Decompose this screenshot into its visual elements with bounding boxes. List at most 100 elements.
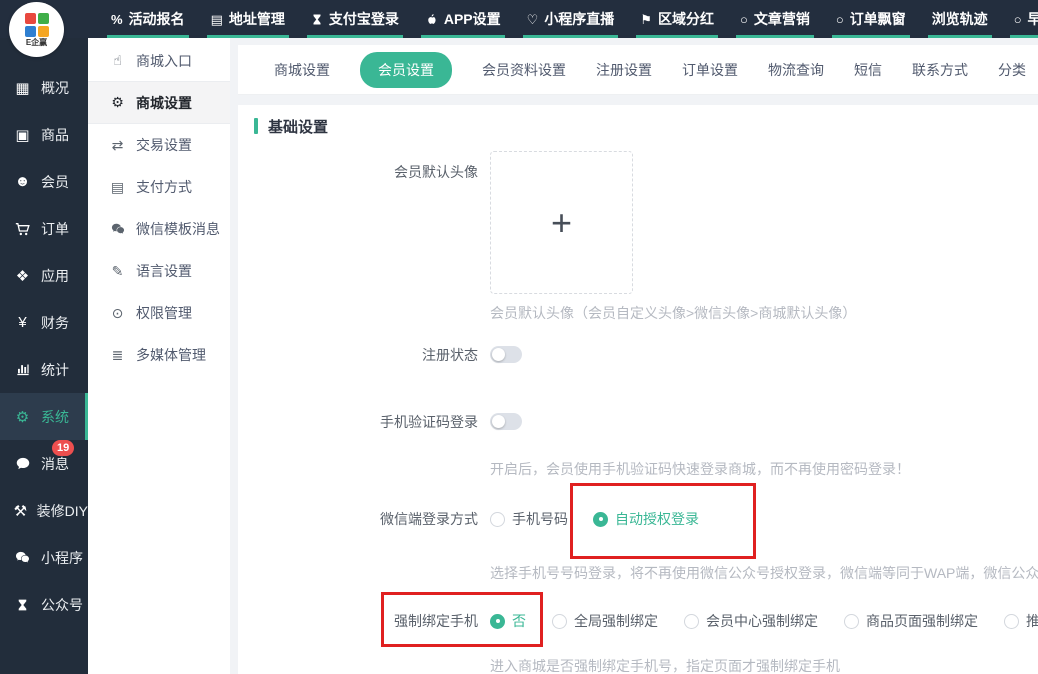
sidebar-label: 消息	[41, 454, 69, 474]
tab-contact[interactable]: 联系方式	[912, 60, 968, 80]
avatar-upload-box[interactable]: +	[490, 151, 633, 294]
form-row-wechat-login-mode: 微信端登录方式 手机号码 自动授权登录 选择手机号号码登录，将不再使用微信公众号…	[254, 509, 1038, 583]
topnav-label: 活动报名	[129, 9, 185, 29]
wechat-icon	[13, 550, 32, 565]
topnav-label: 区域分红	[658, 9, 714, 29]
submenu-label: 微信模板消息	[136, 219, 220, 239]
apps-icon: ❖	[13, 267, 32, 285]
field-label: 手机验证码登录	[254, 412, 478, 479]
radio-label: 否	[512, 611, 526, 631]
submenu-label: 多媒体管理	[136, 345, 206, 365]
permission-icon: ⊙	[109, 305, 126, 322]
overview-icon: ▦	[13, 79, 32, 97]
hourglass-icon	[13, 598, 32, 612]
circle-icon: ○	[836, 13, 844, 26]
radio-phone-number[interactable]: 手机号码	[490, 509, 568, 529]
sidebar-item-stats[interactable]: 统计	[0, 346, 88, 393]
topnav-label: 浏览轨迹	[932, 9, 988, 29]
form-row-force-bind-phone: 强制绑定手机 否 全局强制绑定 会员中心强制绑定	[254, 611, 1038, 674]
media-list-icon: ≣	[109, 347, 126, 364]
radio-member-center-force-bind[interactable]: 会员中心强制绑定	[684, 611, 818, 631]
sidebar-item-goods[interactable]: ▣ 商品	[0, 111, 88, 158]
radio-global-force-bind[interactable]: 全局强制绑定	[552, 611, 658, 631]
gears-icon: ⚙	[13, 408, 32, 426]
hammer-icon: ⚒	[13, 502, 28, 520]
field-label: 注册状态	[254, 345, 478, 368]
sidebar-item-messages[interactable]: 消息 19	[0, 440, 88, 487]
topnav-label: 小程序直播	[544, 9, 614, 29]
topnav-item-order-popup[interactable]: ○ 订单飘窗	[823, 0, 919, 38]
circle-icon: ○	[1014, 13, 1022, 26]
topnav-label: 地址管理	[229, 9, 285, 29]
sidebar-item-miniprogram[interactable]: 小程序	[0, 534, 88, 581]
submenu-item-mall-entry[interactable]: ☝ 商城入口	[88, 40, 230, 82]
radio-label: 会员中心强制绑定	[706, 611, 818, 631]
submenu-item-payment-methods[interactable]: ▤ 支付方式	[88, 166, 230, 208]
sidebar-label: 公众号	[41, 595, 83, 615]
sidebar-item-decoration-diy[interactable]: ⚒ 装修DIY	[0, 487, 88, 534]
sidebar-label: 会员	[41, 172, 69, 192]
section-title-accent-bar	[254, 118, 258, 134]
app-logo: E企赢	[9, 2, 64, 57]
topnav-item-article-marketing[interactable]: ○ 文章营销	[727, 0, 823, 38]
radio-circle-icon	[552, 614, 567, 629]
submenu-item-wechat-template-message[interactable]: 微信模板消息	[88, 208, 230, 250]
sidebar-item-system[interactable]: ⚙ 系统	[0, 393, 88, 440]
tab-register-settings[interactable]: 注册设置	[596, 60, 652, 80]
topnav-item-address-management[interactable]: ▤ 地址管理	[198, 0, 298, 38]
plus-icon: +	[551, 205, 572, 241]
sidebar-label: 财务	[41, 313, 69, 333]
field-label: 微信端登录方式	[254, 509, 478, 583]
radio-product-page-force-bind[interactable]: 商品页面强制绑定	[844, 611, 978, 631]
submenu-label: 支付方式	[136, 177, 192, 197]
register-status-toggle[interactable]	[490, 346, 522, 363]
sidebar-item-overview[interactable]: ▦ 概况	[0, 64, 88, 111]
topnav-item-region-dividend[interactable]: ⚑ 区域分红	[627, 0, 727, 38]
members-icon: ☻	[13, 173, 32, 190]
phone-code-login-toggle[interactable]	[490, 413, 522, 430]
radio-circle-icon	[1004, 614, 1019, 629]
sidebar-item-official-account[interactable]: 公众号	[0, 581, 88, 628]
avatar-caption: 会员默认头像（会员自定义头像>微信头像>商城默认头像）	[490, 303, 856, 323]
goods-icon: ▣	[13, 126, 32, 144]
topnav-item-browse-track[interactable]: 浏览轨迹	[919, 0, 1001, 38]
topnav-label: 支付宝登录	[329, 9, 399, 29]
topnav-item-alipay-login[interactable]: 支付宝登录	[298, 0, 412, 38]
topnav-item-early-checkin[interactable]: ○ 早起打卡	[1001, 0, 1038, 38]
tab-member-profile-settings[interactable]: 会员资料设置	[482, 60, 566, 80]
submenu-item-media-management[interactable]: ≣ 多媒体管理	[88, 334, 230, 376]
comment-icon	[13, 456, 32, 471]
radio-label: 全局强制绑定	[574, 611, 658, 631]
tab-category[interactable]: 分类	[998, 60, 1026, 80]
sidebar-item-orders[interactable]: 订单	[0, 205, 88, 252]
tab-member-settings[interactable]: 会员设置	[360, 52, 452, 88]
submenu-label: 交易设置	[136, 135, 192, 155]
radio-promotion-force-bind[interactable]: 推广	[1004, 611, 1038, 631]
tab-mall-settings[interactable]: 商城设置	[274, 60, 330, 80]
radio-circle-icon	[490, 614, 505, 629]
tab-order-settings[interactable]: 订单设置	[682, 60, 738, 80]
radio-no[interactable]: 否	[490, 611, 526, 631]
radio-auto-auth-login[interactable]: 自动授权登录	[593, 509, 699, 529]
sidebar-label: 商品	[41, 125, 69, 145]
topnav-item-app-settings[interactable]: APP设置	[412, 0, 514, 38]
submenu-item-language-settings[interactable]: ✎ 语言设置	[88, 250, 230, 292]
sidebar-item-members[interactable]: ☻ 会员	[0, 158, 88, 205]
topnav-item-activity-signup[interactable]: % 活动报名	[98, 0, 198, 38]
tab-logistics-query[interactable]: 物流查询	[768, 60, 824, 80]
force-bind-caption: 进入商城是否强制绑定手机号，指定页面才强制绑定手机	[490, 656, 1038, 674]
sidebar-item-finance[interactable]: ¥ 财务	[0, 299, 88, 346]
hourglass-icon	[311, 13, 323, 26]
tab-sms[interactable]: 短信	[854, 60, 882, 80]
submenu-item-permission-management[interactable]: ⊙ 权限管理	[88, 292, 230, 334]
form-row-default-avatar: 会员默认头像 + 会员默认头像（会员自定义头像>微信头像>商城默认头像）	[254, 151, 1038, 323]
topnav-label: 早起打卡	[1028, 9, 1038, 29]
sidebar-label: 装修DIY	[37, 501, 88, 521]
language-icon: ✎	[109, 263, 126, 280]
field-label: 会员默认头像	[254, 151, 478, 323]
sidebar-item-apps[interactable]: ❖ 应用	[0, 252, 88, 299]
submenu-item-mall-settings[interactable]: ⚙ 商城设置	[88, 82, 230, 124]
sidebar-label: 统计	[41, 360, 69, 380]
topnav-item-miniprogram-live[interactable]: ♡ 小程序直播	[514, 0, 628, 38]
submenu-item-trade-settings[interactable]: ⇄ 交易设置	[88, 124, 230, 166]
